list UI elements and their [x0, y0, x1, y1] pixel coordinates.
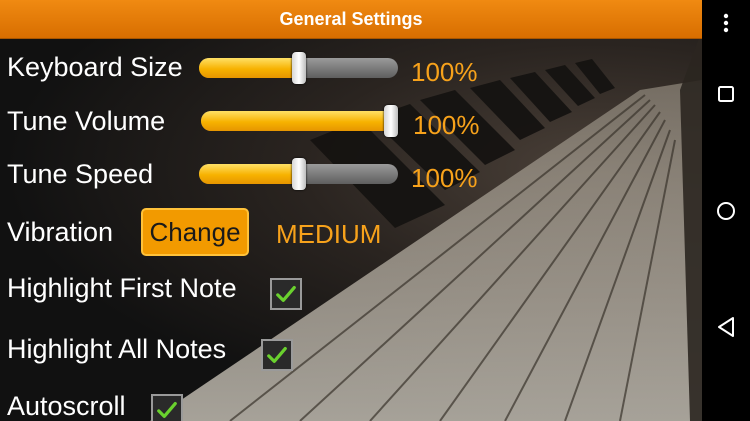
- home-circle-icon[interactable]: [702, 198, 750, 224]
- highlight-all-notes-row: Highlight All Notes: [7, 334, 226, 365]
- slider-thumb[interactable]: [291, 158, 306, 190]
- vibration-value: MEDIUM: [276, 219, 382, 249]
- settings-screen: General Settings Keyboard Size 100% Tune…: [0, 0, 702, 421]
- vibration-label: Vibration: [7, 217, 114, 247]
- tune-volume-label: Tune Volume: [7, 106, 166, 136]
- tune-speed-label: Tune Speed: [7, 159, 154, 189]
- keyboard-size-value: 100%: [411, 57, 478, 87]
- highlight-first-note-checkbox[interactable]: [270, 278, 302, 310]
- slider-thumb[interactable]: [384, 105, 398, 137]
- autoscroll-checkbox[interactable]: [151, 394, 183, 421]
- page-title: General Settings: [279, 8, 423, 29]
- keyboard-size-label: Keyboard Size: [7, 52, 183, 82]
- slider-thumb[interactable]: [291, 52, 306, 84]
- keyboard-size-row: Keyboard Size: [7, 52, 183, 83]
- highlight-all-notes-checkbox[interactable]: [261, 339, 293, 371]
- autoscroll-row: Autoscroll: [7, 391, 126, 421]
- change-button-label: Change: [149, 216, 241, 247]
- change-vibration-button[interactable]: Change: [141, 208, 249, 256]
- keyboard-size-slider[interactable]: [199, 52, 398, 84]
- check-icon: [267, 346, 287, 364]
- more-vert-icon[interactable]: [702, 10, 750, 36]
- back-triangle-icon[interactable]: [702, 314, 750, 340]
- tune-volume-row: Tune Volume: [7, 106, 165, 137]
- system-navigation-bar: [702, 0, 750, 421]
- highlight-first-note-label: Highlight First Note: [7, 273, 237, 303]
- tune-volume-slider[interactable]: [201, 105, 398, 137]
- vibration-row: Vibration: [7, 217, 113, 248]
- tune-speed-value: 100%: [411, 163, 478, 193]
- highlight-all-notes-label: Highlight All Notes: [7, 334, 227, 364]
- tune-speed-slider[interactable]: [199, 158, 398, 190]
- autoscroll-label: Autoscroll: [7, 391, 126, 421]
- check-icon: [157, 401, 177, 419]
- title-bar: General Settings: [0, 0, 702, 39]
- tune-volume-value: 100%: [413, 110, 480, 140]
- highlight-first-note-row: Highlight First Note: [7, 273, 237, 304]
- recents-square-icon[interactable]: [702, 82, 750, 106]
- tune-speed-row: Tune Speed: [7, 159, 153, 190]
- check-icon: [276, 285, 296, 303]
